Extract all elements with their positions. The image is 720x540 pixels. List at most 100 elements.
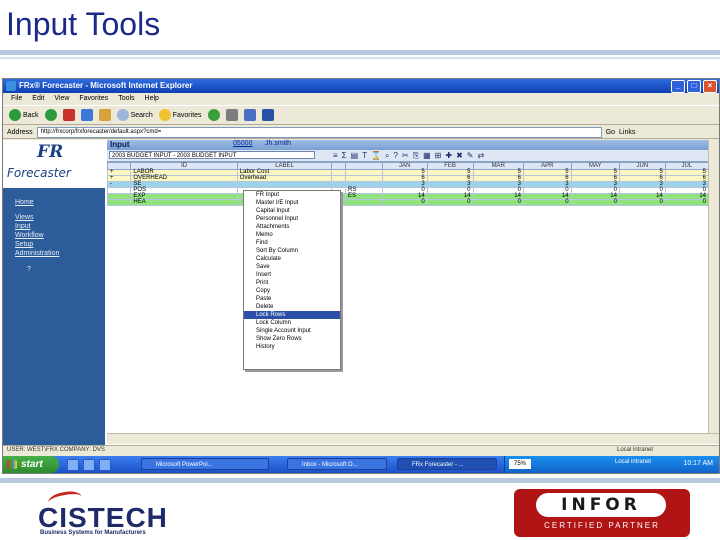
tool-icon-13[interactable]: ✖: [456, 151, 463, 160]
entity-code-link[interactable]: 05000: [233, 140, 252, 147]
grid-cell[interactable]: 0: [570, 199, 620, 206]
context-menu-item[interactable]: Memo: [244, 231, 340, 239]
nav-setup[interactable]: Setup: [15, 240, 59, 249]
context-menu-item[interactable]: Personnel Input: [244, 215, 340, 223]
table-row[interactable]: HEA 0 0 0 0 0 0 0: [106, 199, 710, 206]
context-menu-item[interactable]: Single Account Input: [244, 327, 340, 335]
favorites-button[interactable]: Favorites: [158, 109, 202, 121]
tool-icon-10[interactable]: ▦: [423, 151, 431, 160]
forward-arrow-icon[interactable]: [44, 109, 57, 121]
frx-logo-mark: FR: [37, 142, 64, 162]
vertical-scrollbar[interactable]: [708, 140, 719, 433]
zoom-level[interactable]: 75%: [509, 459, 531, 469]
title-divider: [0, 50, 720, 55]
context-menu-item[interactable]: Master I/E Input: [244, 199, 340, 207]
search-label: Search: [130, 111, 153, 119]
tool-icon-12[interactable]: ✚: [445, 151, 452, 160]
context-menu-item[interactable]: Save: [244, 263, 340, 271]
grid-cell[interactable]: 0: [472, 199, 524, 206]
menu-help[interactable]: Help: [145, 93, 159, 104]
tool-icon-5[interactable]: ⌛: [371, 151, 381, 160]
grid-cell[interactable]: 0: [664, 199, 710, 206]
browser-toolbar: Back Search Favorites: [3, 105, 719, 125]
footer-divider: [0, 478, 720, 483]
stop-icon[interactable]: [62, 109, 75, 121]
browser-menu-bar: File Edit View Favorites Tools Help: [3, 93, 719, 104]
grid-cell[interactable]: 0: [522, 199, 572, 206]
nav-help[interactable]: ?: [27, 266, 31, 273]
horizontal-scrollbar[interactable]: [107, 433, 719, 444]
tool-icon-7[interactable]: ?: [394, 151, 398, 160]
grid-cell[interactable]: HEA: [130, 199, 238, 206]
context-menu-item[interactable]: Calculate: [244, 255, 340, 263]
start-button[interactable]: start: [3, 456, 59, 473]
task-powerpoint[interactable]: Microsoft PowerPoi...: [141, 458, 269, 470]
tool-icon-1[interactable]: ≡: [333, 151, 338, 160]
nav-input[interactable]: Input: [15, 222, 59, 231]
go-button[interactable]: Go: [606, 129, 615, 136]
tool-icon-4[interactable]: T: [362, 151, 367, 160]
tool-icon-15[interactable]: ⇄: [477, 151, 484, 160]
menu-view[interactable]: View: [54, 93, 69, 104]
search-icon: [116, 109, 129, 121]
context-menu-item[interactable]: Delete: [244, 303, 340, 311]
menu-tools[interactable]: Tools: [118, 93, 134, 104]
context-menu-item[interactable]: Lock Rows: [244, 311, 340, 319]
quick-launch: [67, 459, 111, 471]
grid-cell[interactable]: 0: [381, 199, 428, 206]
maximize-icon[interactable]: □: [687, 80, 701, 93]
infor-badge: INFOR: [536, 493, 666, 517]
task-forecaster[interactable]: FRx Forecaster - ...: [397, 458, 497, 470]
context-menu-item[interactable]: Capital Input: [244, 207, 340, 215]
tool-icon-2[interactable]: Σ: [342, 151, 347, 160]
word-icon[interactable]: [261, 109, 274, 121]
refresh-icon[interactable]: [80, 109, 93, 121]
links-label[interactable]: Links: [619, 129, 635, 136]
tool-icon-6[interactable]: ⌕: [385, 151, 389, 160]
browser-title-bar: FRx® Forecaster - Microsoft Internet Exp…: [3, 79, 719, 93]
nav-workflow[interactable]: Workflow: [15, 231, 59, 240]
context-menu-item[interactable]: Paste: [244, 295, 340, 303]
outlook-quicklaunch-icon[interactable]: [99, 459, 111, 471]
print-icon[interactable]: [243, 109, 256, 121]
nav-home[interactable]: Home: [15, 198, 59, 207]
grid-cell[interactable]: 0: [618, 199, 666, 206]
grid-cell[interactable]: [106, 199, 132, 206]
menu-file[interactable]: File: [11, 93, 22, 104]
back-button[interactable]: Back: [9, 109, 39, 121]
context-menu: FR Input Master I/E Input Capital Input Per…: [243, 190, 341, 370]
budget-select[interactable]: 2003 BUDGET INPUT - 2003 BUDGET INPUT: [109, 151, 315, 159]
context-menu-item[interactable]: Print: [244, 279, 340, 287]
context-menu-item[interactable]: Lock Column: [244, 319, 340, 327]
tool-icon-3[interactable]: ▤: [351, 151, 359, 160]
mail-icon[interactable]: [225, 109, 238, 121]
grid-cell[interactable]: [345, 199, 383, 206]
context-menu-item[interactable]: Find: [244, 239, 340, 247]
nav-views[interactable]: Views: [15, 213, 59, 222]
context-menu-item[interactable]: FR Input: [244, 191, 340, 199]
desktop-icon[interactable]: [67, 459, 79, 471]
search-button[interactable]: Search: [116, 109, 153, 121]
infor-certified-text: CERTIFIED PARTNER: [544, 521, 660, 530]
context-menu-item[interactable]: Show Zero Rows: [244, 335, 340, 343]
context-menu-item[interactable]: History: [244, 343, 340, 351]
context-menu-item[interactable]: Attachments: [244, 223, 340, 231]
grid-cell[interactable]: 0: [426, 199, 474, 206]
close-icon[interactable]: ×: [703, 80, 717, 93]
tool-icon-8[interactable]: ✂: [402, 151, 409, 160]
context-menu-item[interactable]: Copy: [244, 287, 340, 295]
media-icon[interactable]: [207, 109, 220, 121]
ie-quicklaunch-icon[interactable]: [83, 459, 95, 471]
home-icon[interactable]: [98, 109, 111, 121]
tool-icon-14[interactable]: ✎: [467, 151, 474, 160]
tool-icon-11[interactable]: ⊞: [435, 151, 442, 160]
address-input[interactable]: http://frxcorp/frxforecaster/default.asp…: [36, 126, 602, 138]
nav-administration[interactable]: Administration: [15, 249, 59, 258]
task-outlook[interactable]: Inbox - Microsoft O...: [287, 458, 387, 470]
context-menu-item[interactable]: Insert: [244, 271, 340, 279]
menu-favorites[interactable]: Favorites: [79, 93, 108, 104]
menu-edit[interactable]: Edit: [32, 93, 44, 104]
tool-icon-9[interactable]: ⎘: [413, 151, 419, 160]
minimize-icon[interactable]: _: [671, 80, 685, 93]
context-menu-item[interactable]: Sort By Column: [244, 247, 340, 255]
